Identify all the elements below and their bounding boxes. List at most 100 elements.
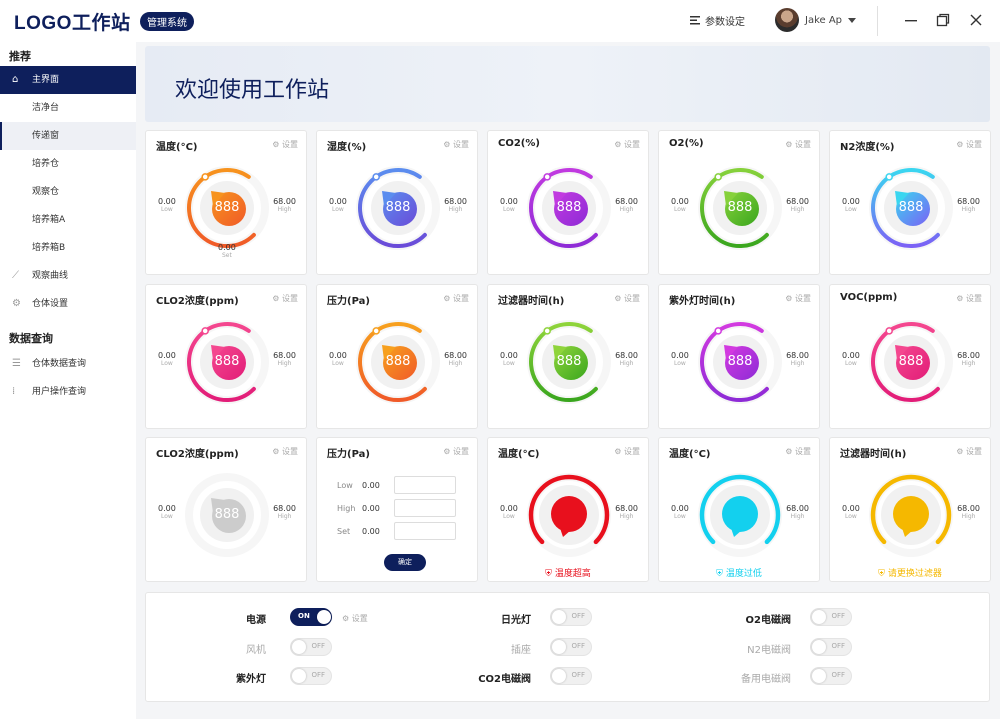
- close-icon: [970, 14, 982, 26]
- gear-icon: ⚙: [956, 447, 964, 456]
- threshold-value: 0.00: [362, 504, 380, 513]
- sensor-card: O2(%) ⚙ 设置 888 0.00 Low 68.00 High: [658, 130, 820, 275]
- card-settings-button[interactable]: ⚙ 设置: [614, 446, 640, 457]
- gauge-value: 888: [214, 507, 240, 522]
- low-label: Low: [673, 206, 686, 213]
- high-label: High: [277, 360, 292, 367]
- maximize-button[interactable]: [935, 12, 951, 28]
- switch-toggle[interactable]: OFF: [810, 608, 852, 626]
- gear-icon: ⚙: [443, 140, 451, 149]
- minimize-button[interactable]: [903, 12, 919, 28]
- card-settings-label: 设置: [624, 447, 640, 456]
- low-value: 0.00: [500, 351, 518, 360]
- power-settings-button[interactable]: ⚙ 设置: [342, 613, 368, 624]
- switch-toggle[interactable]: OFF: [810, 667, 852, 685]
- sidebar-item-label: 传递窗: [32, 131, 60, 141]
- threshold-input[interactable]: [394, 499, 456, 517]
- card-settings-button[interactable]: ⚙ 设置: [443, 293, 469, 304]
- sidebar-item-incubator-b[interactable]: 培养箱B: [0, 234, 136, 262]
- sidebar-item-user-ops[interactable]: ⁞ 用户操作查询: [0, 378, 136, 406]
- sidebar-item-chamber-data[interactable]: ☰ 仓体数据查询: [0, 350, 136, 378]
- card-title: 温度(°C): [669, 449, 711, 460]
- card-settings-label: 设置: [966, 447, 982, 456]
- card-settings-button[interactable]: ⚙ 设置: [614, 139, 640, 150]
- header: LOGO工作站 管理系统 参数设定 Jake Ap: [0, 0, 1000, 42]
- gear-icon: ⚙: [614, 294, 622, 303]
- card-title: 温度(°C): [498, 449, 540, 460]
- alert-message: ⛨ 温度过低: [659, 566, 819, 579]
- high-label: High: [619, 206, 634, 213]
- low-value: 0.00: [500, 197, 518, 206]
- gear-icon: ⚙: [785, 294, 793, 303]
- close-button[interactable]: [968, 12, 984, 28]
- card-settings-button[interactable]: ⚙ 设置: [785, 293, 811, 304]
- switch-toggle[interactable]: OFF: [550, 638, 592, 656]
- card-settings-button[interactable]: ⚙ 设置: [443, 446, 469, 457]
- toggle-knob: [292, 669, 306, 683]
- alert-message: ⛨ 温度超高: [488, 566, 648, 579]
- sidebar-item-pass-box[interactable]: 传递窗: [0, 122, 136, 150]
- card-settings-button[interactable]: ⚙ 设置: [272, 446, 298, 457]
- warning-shield-icon: ⛨: [545, 569, 552, 579]
- high-label: High: [961, 206, 976, 213]
- high-label: High: [619, 513, 634, 520]
- switch-label: N2电磁阀: [747, 645, 791, 656]
- card-settings-button[interactable]: ⚙ 设置: [272, 293, 298, 304]
- card-settings-button[interactable]: ⚙ 设置: [785, 446, 811, 457]
- section-recommend: 推荐: [9, 50, 31, 63]
- low-value: 0.00: [158, 504, 176, 513]
- gear-icon: ⚙: [614, 447, 622, 456]
- toggle-state: OFF: [311, 642, 325, 650]
- sidebar-item-observe-chamber[interactable]: 观察仓: [0, 178, 136, 206]
- high-readout: 68.00 High: [273, 197, 296, 213]
- high-value: 68.00: [957, 197, 980, 206]
- toggle-knob: [552, 610, 566, 624]
- high-value: 68.00: [615, 351, 638, 360]
- card-settings-button[interactable]: ⚙ 设置: [956, 139, 982, 150]
- low-readout: 0.00 Low: [671, 351, 689, 367]
- user-menu[interactable]: Jake Ap: [775, 8, 857, 32]
- sidebar-item-main[interactable]: ⌂ 主界面: [0, 66, 136, 94]
- switch-toggle[interactable]: OFF: [290, 638, 332, 656]
- card-settings-button[interactable]: ⚙ 设置: [272, 139, 298, 150]
- card-settings-label: 设置: [966, 294, 982, 303]
- switch-label: 风机: [246, 645, 266, 656]
- card-settings-label: 设置: [795, 447, 811, 456]
- high-readout: 68.00 High: [444, 351, 467, 367]
- low-readout: 0.00 Low: [842, 197, 860, 213]
- sidebar-item-curves[interactable]: ⟋ 观察曲线: [0, 262, 136, 290]
- menu-icon: [690, 16, 700, 25]
- set-readout: 0.00 Set: [218, 243, 236, 259]
- gauge-value: 888: [727, 354, 753, 369]
- divider: [877, 6, 878, 36]
- switch-toggle[interactable]: OFF: [290, 667, 332, 685]
- switch-toggle[interactable]: OFF: [550, 608, 592, 626]
- card-settings-button[interactable]: ⚙ 设置: [443, 139, 469, 150]
- card-settings-button[interactable]: ⚙ 设置: [614, 293, 640, 304]
- gear-icon: ⚙: [342, 614, 350, 623]
- sensor-card: VOC(ppm) ⚙ 设置 888 0.00 Low 68.00 High: [829, 284, 991, 429]
- threshold-row: Low 0.00: [337, 481, 380, 490]
- threshold-input[interactable]: [394, 522, 456, 540]
- switch-toggle[interactable]: OFF: [810, 638, 852, 656]
- low-label: Low: [160, 360, 173, 367]
- high-value: 68.00: [957, 351, 980, 360]
- low-value: 0.00: [671, 504, 689, 513]
- switch-toggle[interactable]: OFF: [550, 667, 592, 685]
- card-settings-button[interactable]: ⚙ 设置: [956, 293, 982, 304]
- settings-button[interactable]: 参数设定: [690, 13, 745, 28]
- card-settings-button[interactable]: ⚙ 设置: [956, 446, 982, 457]
- card-settings-button[interactable]: ⚙ 设置: [785, 139, 811, 150]
- threshold-row: High 0.00: [337, 504, 380, 513]
- high-label: High: [790, 360, 805, 367]
- high-readout: 68.00 High: [615, 351, 638, 367]
- alert-text: 温度超高: [554, 569, 591, 579]
- sidebar-item-incubator-a[interactable]: 培养箱A: [0, 206, 136, 234]
- sidebar-item-clean-bench[interactable]: 洁净台: [0, 94, 136, 122]
- sidebar-item-culture-chamber[interactable]: 培养仓: [0, 150, 136, 178]
- switch-toggle[interactable]: ON: [290, 608, 332, 626]
- low-readout: 0.00 Low: [500, 504, 518, 520]
- threshold-input[interactable]: [394, 476, 456, 494]
- sidebar-item-chamber-settings[interactable]: ⚙ 仓体设置: [0, 290, 136, 318]
- confirm-button[interactable]: 确定: [384, 554, 426, 571]
